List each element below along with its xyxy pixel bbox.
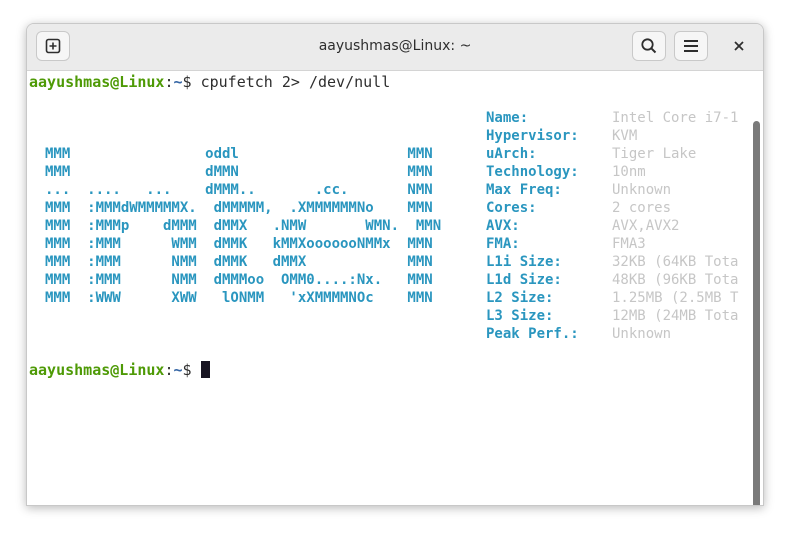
close-icon [734,41,744,51]
cpu-info-label: Hypervisor: [486,128,579,144]
cpu-info-label: L3 Size: [486,308,554,324]
cpu-info-value: FMA3 [612,236,646,252]
cpu-info-value: 2 cores [612,200,672,216]
cpu-info-labels: Name: Hypervisor: uArch: Technology: Max Fre… [486,109,579,343]
cpu-info-label: FMA: [486,236,520,252]
cpu-info-value: Unknown [612,182,672,198]
command-line: aayushmas@Linux:~$ cpufetch 2> /dev/null [29,73,390,91]
cpu-info-label: Name: [486,110,529,126]
ascii-logo-line: MMM :MMM WMM dMMK kMMXooooooNMMx MMN [45,236,433,252]
cpu-info-value: Unknown [612,326,672,342]
ascii-logo-line: MMM dMMN MMN [45,164,433,180]
ascii-logo-line: MMM :MMMdWMMMMMX. dMMMMM, .XMMMMMMNo MMN [45,200,433,216]
text-cursor [200,361,210,378]
cpu-info-label: L1i Size: [486,254,562,270]
search-icon [641,38,657,54]
title-bar: aayushmas@Linux: ~ [27,24,763,71]
cpu-info-label: L1d Size: [486,272,562,288]
ascii-logo-line: MMM :WWW XWW lONMM 'xXMMMMNOc MMN [45,290,433,306]
command-text: cpufetch 2> /dev/null [200,73,391,91]
cpu-info-label: Peak Perf.: [486,326,579,342]
cpu-info-value: 32KB (64KB Tota [612,254,739,270]
prompt-line: aayushmas@Linux:~$ [29,361,210,379]
search-button[interactable] [632,31,666,61]
ascii-logo-line: MMM :MMMp dMMM dMMX .NMW WMN. MMN [45,218,442,234]
terminal-window: aayushmas@Linux: ~ aayushmas@Linux:~$ cp… [26,23,764,506]
hamburger-menu-icon [684,40,698,52]
ascii-logo-line [45,127,441,145]
cpu-info-value: AVX,AVX2 [612,218,680,234]
cpu-info-label: uArch: [486,146,537,162]
prompt-user-host: aayushmas@Linux [29,73,165,91]
cpu-info-value: 1.25MB (2.5MB T [612,290,739,306]
cpu-info-label: Technology: [486,164,579,180]
prompt-separator: : [164,361,174,379]
cpu-info-value: KVM [612,128,638,144]
cpu-info-value: Intel Core i7-1 [612,110,739,126]
cpu-info-label: Max Freq: [486,182,562,198]
cpu-info-value: 12MB (24MB Tota [612,308,739,324]
prompt-user-host: aayushmas@Linux [29,361,165,379]
ascii-logo-line: ... .... ... dMMM.. .cc. NMN [45,182,433,198]
ascii-logo: MMM oddl MMN MMM dMMN MMN ... .... ... dMM… [45,109,441,307]
cpu-info-values: Intel Core i7-1 KVM Tiger Lake 10nm Unknown 2… [612,109,738,343]
cpu-info-label: AVX: [486,218,520,234]
terminal-output[interactable]: aayushmas@Linux:~$ cpufetch 2> /dev/null… [27,71,763,505]
prompt-symbol: $ [182,361,201,379]
close-button[interactable] [725,32,753,60]
cpu-info-value: 10nm [612,164,646,180]
prompt-path: ~ [173,361,183,379]
ascii-logo-line [45,109,441,127]
cpu-info-label: Cores: [486,200,537,216]
cpu-info-value: Tiger Lake [612,146,697,162]
scrollbar[interactable] [753,121,760,505]
prompt-separator: : [164,73,174,91]
menu-button[interactable] [674,31,708,61]
cpu-info-label: L2 Size: [486,290,554,306]
ascii-logo-line: MMM oddl MMN [45,146,433,162]
ascii-logo-line: MMM :MMM NMM dMMMoo OMM0....:Nx. MMN [45,272,433,288]
prompt-symbol: $ [182,73,201,91]
ascii-logo-line: MMM :MMM NMM dMMK dMMX MMN [45,254,433,270]
cpu-info-value: 48KB (96KB Tota [612,272,739,288]
prompt-path: ~ [173,73,183,91]
